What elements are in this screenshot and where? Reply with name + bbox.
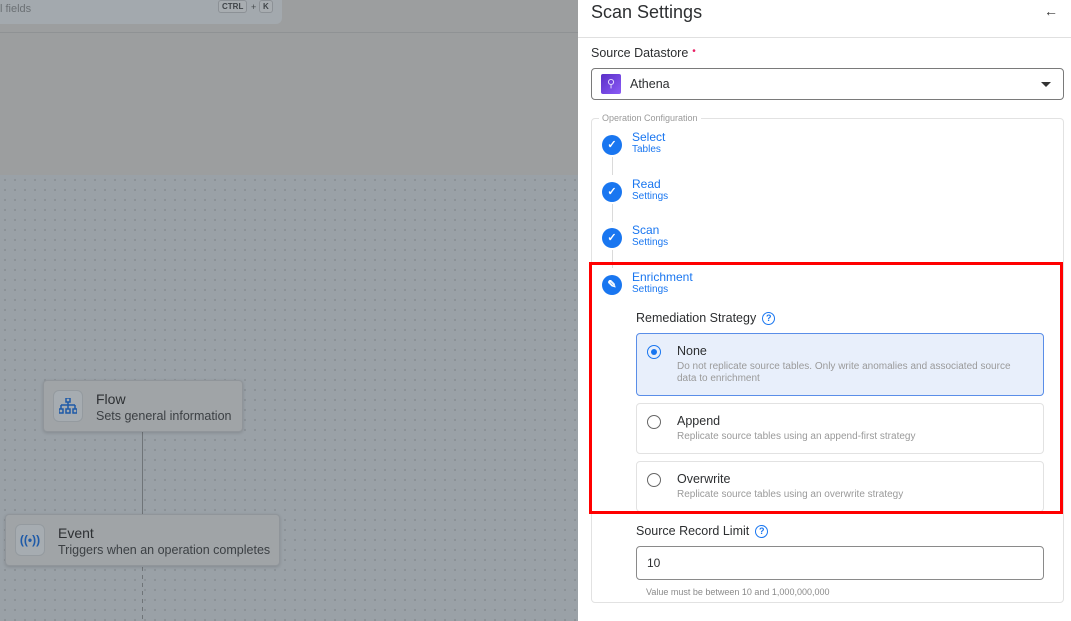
label-text: Source Datastore xyxy=(591,46,689,60)
radio-button-selected[interactable] xyxy=(647,345,661,359)
broadcast-icon: ((•)) xyxy=(15,524,45,556)
source-record-limit-input[interactable]: 10 xyxy=(636,546,1044,580)
event-node[interactable]: ((•)) Event Triggers when an operation c… xyxy=(5,514,280,566)
node-title: Event xyxy=(58,525,94,541)
remediation-strategy-label: Remediation Strategy? xyxy=(636,311,776,326)
sitemap-icon xyxy=(53,390,83,422)
step-subtitle: Tables xyxy=(632,144,661,155)
flow-node[interactable]: Flow Sets general information xyxy=(43,380,243,432)
operation-configuration: Operation Configuration ✓ Select Tables … xyxy=(591,113,1064,603)
panel-title: Scan Settings xyxy=(591,2,703,22)
step-title: Select xyxy=(632,130,666,144)
header-area xyxy=(0,0,578,175)
search-bar[interactable]: l fields CTRL + K xyxy=(0,0,282,24)
option-title: Append xyxy=(677,414,721,428)
arrow-left-icon[interactable]: ← xyxy=(1044,3,1058,19)
step-title: Read xyxy=(632,177,661,191)
search-placeholder: l fields xyxy=(0,3,32,15)
shortcut-key-k: K xyxy=(259,0,273,13)
step-connector xyxy=(612,157,613,175)
shortcut-key-ctrl: CTRL xyxy=(218,0,248,13)
operation-configuration-legend: Operation Configuration xyxy=(599,113,701,123)
workflow-background: l fields CTRL + K Flow Sets general info… xyxy=(0,0,578,621)
connector-line xyxy=(142,432,143,514)
step-connector xyxy=(612,250,613,268)
title-divider xyxy=(578,37,1071,38)
step-title: Enrichment xyxy=(632,270,693,284)
radio-button[interactable] xyxy=(647,415,661,429)
option-title: None xyxy=(677,344,707,358)
record-limit-hint: Value must be between 10 and 1,000,000,0… xyxy=(646,587,830,597)
step-subtitle: Settings xyxy=(632,237,669,248)
shortcut-plus: + xyxy=(251,2,257,12)
help-icon[interactable]: ? xyxy=(762,312,776,326)
option-none[interactable]: None Do not replicate source tables. Onl… xyxy=(636,333,1044,396)
check-icon: ✓ xyxy=(602,135,622,155)
athena-logo-icon: ⚲ xyxy=(601,74,621,94)
option-title: Overwrite xyxy=(677,472,731,486)
option-description: Replicate source tables using an append-… xyxy=(677,431,916,442)
option-description: Replicate source tables using an overwri… xyxy=(677,489,904,500)
selected-datastore: Athena xyxy=(630,77,670,91)
dashed-connector xyxy=(142,567,143,621)
required-mark: • xyxy=(692,46,696,57)
step-connector xyxy=(612,204,613,222)
radio-button[interactable] xyxy=(647,473,661,487)
step-title: Scan xyxy=(632,223,660,237)
chevron-down-icon xyxy=(1041,82,1051,87)
node-subtitle: Sets general information xyxy=(96,409,232,423)
step-subtitle: Settings xyxy=(632,191,669,202)
option-overwrite[interactable]: Overwrite Replicate source tables using … xyxy=(636,461,1044,512)
pencil-icon: ✎ xyxy=(602,275,622,295)
option-append[interactable]: Append Replicate source tables using an … xyxy=(636,403,1044,454)
source-datastore-label: Source Datastore • xyxy=(591,46,696,60)
check-icon: ✓ xyxy=(602,182,622,202)
check-icon: ✓ xyxy=(602,228,622,248)
step-subtitle: Settings xyxy=(632,284,669,295)
scan-settings-panel: Scan Settings ← Source Datastore • ⚲ Athe… xyxy=(578,0,1071,621)
header-divider xyxy=(0,32,578,33)
node-title: Flow xyxy=(96,391,126,407)
label-text: Remediation Strategy xyxy=(636,311,757,325)
node-subtitle: Triggers when an operation completes xyxy=(58,543,271,557)
label-text: Source Record Limit xyxy=(636,524,750,538)
help-icon[interactable]: ? xyxy=(755,525,769,539)
option-description: Do not replicate source tables. Only wri… xyxy=(677,361,1011,384)
source-record-limit-label: Source Record Limit? xyxy=(636,524,769,539)
source-datastore-select[interactable]: ⚲ Athena xyxy=(591,68,1064,100)
